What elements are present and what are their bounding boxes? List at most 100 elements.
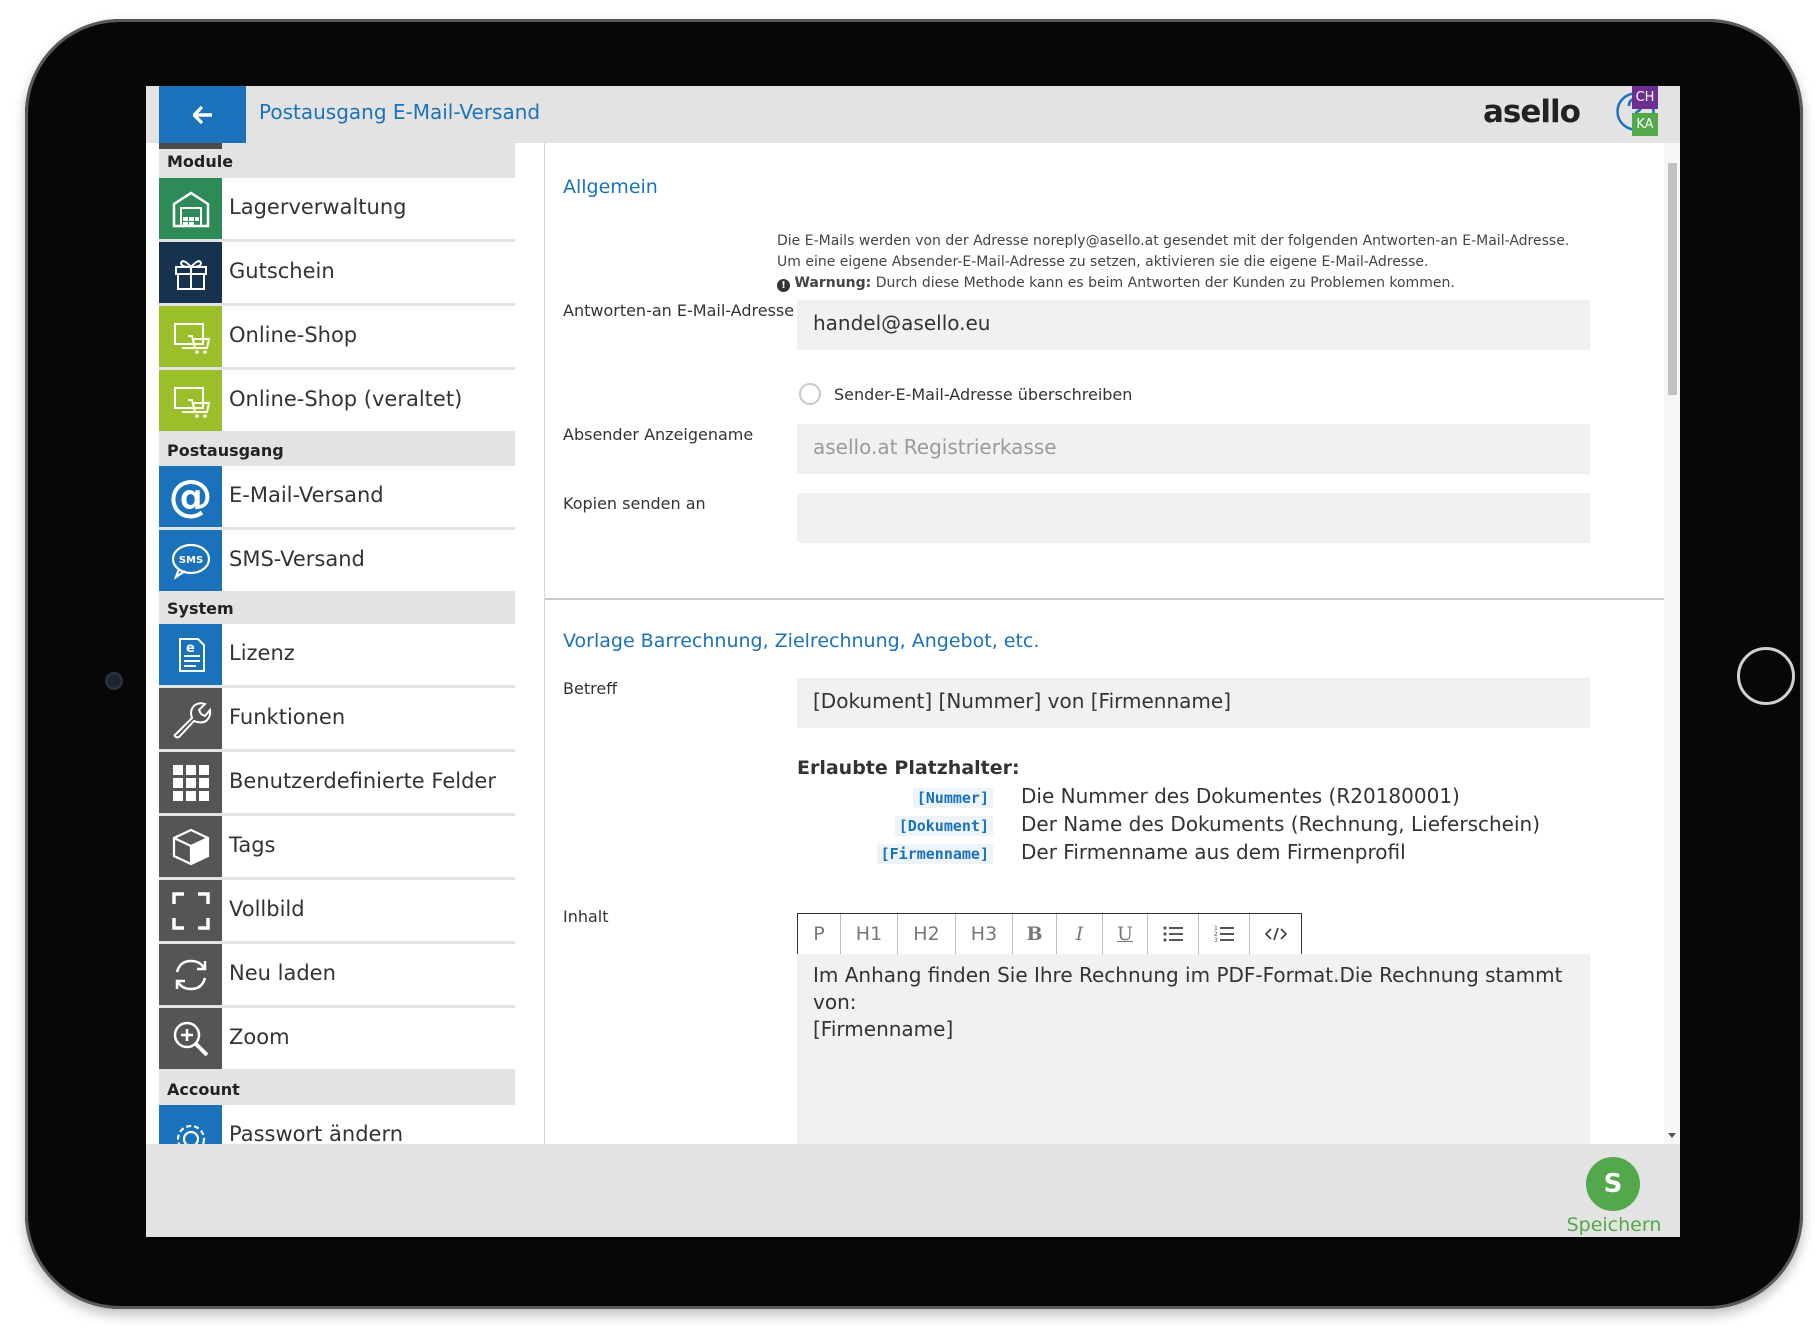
sidebar-item-benutzerdefinierte-felder[interactable]: Benutzerdefinierte Felder [159,752,515,813]
sidebar-item-passwort-aendern[interactable]: Passwort ändern [159,1105,515,1144]
cc-label: Kopien senden an [563,494,706,513]
sidebar-item-label: Neu laden [229,961,336,985]
sidebar-item-funktionen[interactable]: Funktionen [159,688,515,749]
override-sender-option[interactable]: Sender-E-Mail-Adresse überschreiben [799,383,1132,405]
sidebar-item-label: Benutzerdefinierte Felder [229,769,496,793]
warning-text: Durch diese Methode kann es beim Antwort… [875,275,1455,291]
sidebar-item-online-shop[interactable]: Online-Shop [159,306,515,367]
h3-button[interactable]: H3 [956,914,1013,954]
reply-to-input[interactable]: handel@asello.eu [797,300,1590,350]
reply-to-label: Antworten-an E-Mail-Adresse [563,301,795,320]
sidebar-item-label: Lagerverwaltung [229,195,407,219]
main-scroll-thumb[interactable] [1668,163,1677,395]
sidebar-item-label: SMS-Versand [229,547,365,571]
h1-button[interactable]: H1 [841,914,898,954]
code-view-button[interactable] [1250,914,1301,954]
svg-text:e: e [186,641,195,656]
placeholder-code: [Firmenname] [876,844,993,864]
save-label[interactable]: Speichern [1566,1214,1662,1236]
sidebar-item-gutschein[interactable]: Gutschein [159,242,515,303]
editor-toolbar: P H1 H2 H3 B I U 123 [797,913,1302,955]
save-button[interactable]: S [1586,1157,1640,1211]
scroll-down-icon[interactable] [1668,1133,1676,1138]
sidebar-item-email-versand[interactable]: @ E-Mail-Versand [159,466,515,527]
placeholders-title: Erlaubte Platzhalter: [797,757,1020,779]
sidebar-item-lagerverwaltung[interactable]: Lagerverwaltung [159,178,515,239]
sidebar-item-neu-laden[interactable]: Neu laden [159,944,515,1005]
license-icon: e [159,624,222,685]
asello-logo: asello [1483,94,1581,130]
numbered-list-icon: 123 [1214,925,1234,943]
wrench-icon [159,688,222,749]
online-shop-legacy-icon [159,370,222,431]
sidebar-item-label: Gutschein [229,259,335,283]
svg-text:3: 3 [1214,937,1218,943]
placeholder-desc: Der Firmenname aus dem Firmenprofil [1021,840,1406,864]
content-line-1: Im Anhang finden Sie Ihre Rechnung im PD… [813,963,1563,1014]
sms-icon: SMS [159,530,222,591]
main-content: Allgemein Die E-Mails werden von der Adr… [544,143,1680,1144]
section-divider [545,598,1664,600]
sidebar-item-label: Online-Shop [229,323,358,347]
gift-icon [159,242,222,303]
warehouse-icon [159,178,222,239]
placeholder-code: [Dokument] [894,816,993,836]
at-sign-icon: @ [159,466,222,527]
content-label: Inhalt [563,907,609,926]
sidebar-item-label: Lizenz [229,641,295,665]
bullet-list-button[interactable] [1148,914,1199,954]
placeholder-desc: Der Name des Dokuments (Rechnung, Liefer… [1021,812,1541,836]
bold-button[interactable]: B [1013,914,1057,954]
code-icon [1264,927,1287,941]
content-editor[interactable]: Im Anhang finden Sie Ihre Rechnung im PD… [797,954,1590,1144]
subject-input[interactable]: [Dokument] [Nummer] von [Firmenname] [797,678,1590,728]
cube-icon [159,816,222,877]
subject-label: Betreff [563,679,618,698]
cc-input[interactable] [797,493,1590,543]
sender-name-label: Absender Anzeigename [563,425,754,444]
paragraph-button[interactable]: P [798,914,841,954]
sidebar-item-online-shop-legacy[interactable]: Online-Shop (veraltet) [159,370,515,431]
info-line-2: Um eine eigene Absender-E-Mail-Adresse z… [777,254,1429,270]
override-sender-label: Sender-E-Mail-Adresse überschreiben [834,384,1133,404]
sidebar-section-module: Module [167,152,234,171]
top-bar: Postausgang E-Mail-Versand asello CH KA [146,86,1680,143]
badge-country[interactable]: CH [1632,86,1658,109]
placeholder-code: [Nummer] [912,788,993,808]
info-line-1: Die E-Mails werden von der Adresse norep… [777,233,1570,249]
h2-button[interactable]: H2 [898,914,956,954]
warning-line: ! Warnung: Durch diese Methode kann es b… [777,273,1607,294]
placeholder-desc: Die Nummer des Dokumentes (R20180001) [1021,784,1460,808]
main-scrollbar[interactable] [1664,143,1680,1144]
online-shop-icon [159,306,222,367]
settings-icon [159,1105,222,1144]
bottom-bar: S Speichern [146,1144,1680,1237]
warning-icon: ! [777,279,790,292]
sender-name-input[interactable]: asello.at Registrierkasse [797,424,1590,474]
sidebar-item-tags[interactable]: Tags [159,816,515,877]
home-button[interactable] [1737,647,1795,705]
sidebar-item-label: Tags [229,833,276,857]
sidebar-section-postausgang: Postausgang [167,441,284,460]
sidebar-item-label: Funktionen [229,705,346,729]
italic-button[interactable]: I [1057,914,1103,954]
placeholder-row: [Dokument] Der Name des Dokuments (Rechn… [797,812,1597,840]
bullet-list-icon [1163,926,1183,942]
numbered-list-button[interactable]: 123 [1199,914,1250,954]
warning-label: Warnung: [794,275,872,291]
placeholder-row: [Firmenname] Der Firmenname aus dem Firm… [797,840,1597,868]
sidebar-item-lizenz[interactable]: e Lizenz [159,624,515,685]
app-screen: Postausgang E-Mail-Versand asello CH KA … [146,86,1680,1237]
underline-button[interactable]: U [1103,914,1148,954]
override-sender-radio[interactable] [799,383,821,405]
sidebar-section-account: Account [167,1080,240,1099]
back-button[interactable] [159,86,246,143]
sidebar-item-label: Zoom [229,1025,290,1049]
sidebar-item-zoom[interactable]: Zoom [159,1008,515,1069]
sidebar-item-vollbild[interactable]: Vollbild [159,880,515,941]
placeholder-row: [Nummer] Die Nummer des Dokumentes (R201… [797,784,1597,812]
camera-icon [105,672,123,690]
sidebar-item-sms-versand[interactable]: SMS SMS-Versand [159,530,515,591]
svg-text:SMS: SMS [178,555,202,566]
badge-user[interactable]: KA [1632,113,1658,136]
